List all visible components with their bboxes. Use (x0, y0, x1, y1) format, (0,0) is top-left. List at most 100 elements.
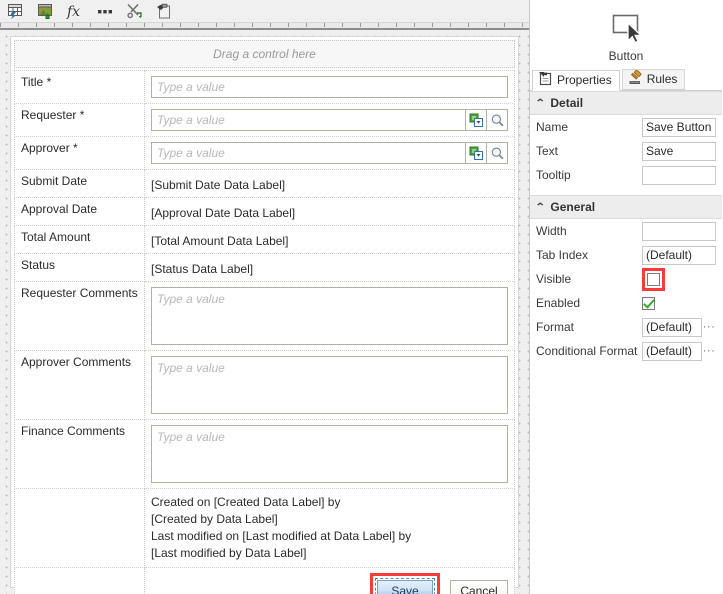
field-input-requester-comments: Type a value (144, 281, 515, 351)
property-row-visible: Visible (530, 267, 722, 291)
chevron-up-icon: ⌃ (534, 201, 546, 213)
property-row-tooltip: Tooltip (530, 163, 722, 187)
drag-control-placeholder[interactable]: Drag a control here (14, 40, 515, 68)
property-value-enabled (642, 296, 716, 310)
field-label-approver: Approver * (14, 136, 145, 170)
section-header-general[interactable]: ⌃ General (530, 195, 722, 219)
created-on-line: Created on [Created Data Label] by (151, 495, 341, 509)
approver-comments-textarea[interactable]: Type a value (151, 356, 508, 414)
property-value-width (642, 221, 716, 241)
finance-comments-textarea[interactable]: Type a value (151, 425, 508, 483)
field-label-title: Title * (14, 70, 145, 104)
tooltip-input[interactable] (642, 165, 716, 185)
form-canvas: Drag a control here Title * Type a value… (0, 30, 529, 594)
table-row: Status [Status Data Label] (14, 253, 515, 282)
conditional-format-ellipsis-button[interactable]: ··· (702, 342, 716, 361)
browse-directory-icon[interactable] (487, 109, 508, 131)
table-row: Requester Comments Type a value (14, 281, 515, 351)
control-type-label: Button (608, 49, 644, 63)
format-input[interactable]: (Default) (642, 317, 702, 337)
property-row-conditional-format: Conditional Format (Default) ··· (530, 339, 722, 363)
properties-tabs: Properties Rules (530, 69, 722, 91)
title-input[interactable]: Type a value (151, 76, 508, 98)
formula-icon[interactable]: fx (65, 2, 85, 20)
section-title-general: General (550, 200, 596, 214)
requester-input[interactable]: Type a value (151, 109, 466, 131)
tab-properties-label: Properties (557, 73, 612, 87)
property-value-text: Save (642, 141, 716, 161)
visible-checkbox-highlight (642, 267, 665, 291)
table-row: Submit Date [Submit Date Data Label] (14, 169, 515, 198)
property-label-text: Text (536, 144, 559, 158)
field-label-requester: Requester * (14, 103, 145, 137)
label-text: Approver (21, 141, 70, 155)
browse-directory-icon[interactable] (487, 142, 508, 164)
tab-index-input[interactable]: (Default) (642, 245, 716, 265)
required-marker: * (43, 75, 52, 89)
field-label-requester-comments: Requester Comments (14, 281, 145, 351)
cut-icon[interactable] (125, 2, 145, 20)
cancel-button[interactable]: Cancel (450, 580, 508, 594)
modified-on-line: Last modified on [Last modified at Data … (151, 529, 412, 543)
people-picker-requester: Type a value (151, 109, 508, 131)
toolbar: fx (0, 0, 529, 22)
insert-image-icon[interactable] (35, 2, 55, 20)
tab-rules-label: Rules (646, 72, 678, 86)
visible-checkbox[interactable] (647, 272, 660, 286)
field-value-total-amount: [Total Amount Data Label] (144, 225, 515, 254)
more-icon[interactable] (95, 2, 115, 20)
format-ellipsis-button[interactable]: ··· (702, 318, 716, 337)
table-row: Finance Comments Type a value (14, 419, 515, 489)
section-title-detail: Detail (550, 96, 584, 110)
paste-icon[interactable] (155, 2, 175, 20)
section-header-detail[interactable]: ⌃ Detail (530, 91, 722, 115)
property-label-tooltip: Tooltip (536, 168, 571, 182)
panel-filler (530, 363, 722, 594)
form-shell: Drag a control here Title * Type a value… (10, 36, 519, 594)
check-names-icon[interactable] (466, 109, 487, 131)
total-amount-data-label: [Total Amount Data Label] (151, 234, 289, 248)
text-input[interactable]: Save (642, 141, 716, 161)
insert-table-icon[interactable] (5, 2, 25, 20)
field-label-empty (14, 488, 145, 568)
property-row-width: Width (530, 219, 722, 243)
conditional-format-input[interactable]: (Default) (642, 341, 702, 361)
status-data-label: [Status Data Label] (151, 262, 254, 276)
approver-input[interactable]: Type a value (151, 142, 466, 164)
property-value-name: Save Button (642, 117, 716, 137)
save-button[interactable]: Save (375, 578, 435, 594)
footer-label-empty (14, 567, 145, 594)
designer-pane: fx Drag a control here Title * Type a va… (0, 0, 530, 594)
enabled-checkbox[interactable] (642, 296, 655, 310)
button-row: Save Cancel (151, 573, 508, 594)
property-label-width: Width (536, 224, 567, 238)
people-picker-approver: Type a value (151, 142, 508, 164)
check-names-icon[interactable] (466, 142, 487, 164)
requester-comments-textarea[interactable]: Type a value (151, 287, 508, 345)
clipboard-icon (538, 71, 553, 89)
field-value-approval-date: [Approval Date Data Label] (144, 197, 515, 226)
property-label-conditional-format: Conditional Format (536, 344, 638, 358)
table-row: Title * Type a value (14, 70, 515, 104)
field-label-approver-comments: Approver Comments (14, 350, 145, 420)
table-row: Created on [Created Data Label] by [Crea… (14, 488, 515, 568)
tab-rules[interactable]: Rules (621, 69, 686, 90)
table-row: Approver * Type a value (14, 136, 515, 170)
name-input[interactable]: Save Button (642, 117, 716, 137)
form-actions: Save Cancel (144, 567, 515, 594)
field-label-submit-date: Submit Date (14, 169, 145, 198)
properties-pane: Button Properties Rules ⌃ Detail Name Sa… (530, 0, 722, 594)
modified-by-line: [Last modified by Data Label] (151, 546, 307, 560)
tab-properties[interactable]: Properties (532, 70, 620, 91)
required-marker: * (69, 141, 78, 155)
field-input-approver-comments: Type a value (144, 350, 515, 420)
control-header: Button (530, 0, 722, 69)
field-value-submit-date: [Submit Date Data Label] (144, 169, 515, 198)
width-input[interactable] (642, 221, 716, 241)
chevron-up-icon: ⌃ (534, 97, 546, 109)
field-input-finance-comments: Type a value (144, 419, 515, 489)
field-input-requester: Type a value (144, 103, 515, 137)
field-label-finance-comments: Finance Comments (14, 419, 145, 489)
label-text: Title (21, 75, 44, 89)
